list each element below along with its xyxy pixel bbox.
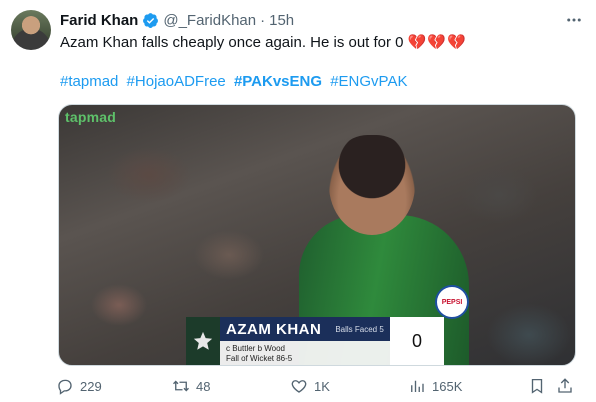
separator-dot: ·: [260, 11, 266, 29]
bookmark-icon: [531, 378, 543, 394]
scorecard-player-name: AZAM KHAN: [226, 320, 322, 338]
scorecard-runs: 0: [390, 317, 444, 365]
share-icon: [558, 378, 572, 393]
hashtag-link[interactable]: #PAKvsENG: [234, 73, 322, 90]
author-display-name[interactable]: Farid Khan: [60, 12, 138, 29]
pakistan-star-badge: [186, 317, 220, 365]
scorecard-dismissal: c Buttler b Wood: [226, 344, 285, 353]
more-options-button[interactable]: [564, 10, 584, 30]
hashtag-link[interactable]: #ENGvPAK: [330, 73, 407, 90]
star-icon: [193, 331, 213, 350]
verified-badge-icon: [143, 12, 159, 28]
broken-heart-emoji: 💔💔💔: [407, 34, 467, 51]
pepsi-logo: PEPSI: [435, 285, 469, 319]
view-count: 165K: [432, 378, 463, 394]
author-handle[interactable]: @_FaridKhan: [163, 12, 256, 29]
views-chart-icon: [411, 380, 424, 392]
tweet-media-image[interactable]: tapmad PEPSI AZAM KHAN Balls Faced 5 c B…: [58, 104, 576, 366]
tweet-header: Farid Khan @_FaridKhan · 15h: [60, 10, 584, 30]
views-button[interactable]: 165K: [408, 376, 462, 396]
tapmad-watermark: tapmad: [65, 109, 116, 125]
scorecard-overlay: AZAM KHAN Balls Faced 5 c Buttler b Wood…: [186, 317, 444, 365]
tweet-timestamp[interactable]: 15h: [269, 12, 294, 29]
reply-count: 229: [80, 378, 102, 394]
hashtag-link[interactable]: #HojaoADFree: [127, 73, 226, 90]
scorecard-fall-of-wicket: Fall of Wicket 86-5: [226, 354, 293, 363]
scorecard-balls-faced: Balls Faced 5: [335, 324, 384, 334]
author-avatar[interactable]: [11, 10, 51, 50]
bookmark-button[interactable]: [528, 376, 552, 396]
reply-button[interactable]: 229: [56, 376, 102, 396]
like-count: 1K: [314, 378, 330, 394]
tweet-body: Azam Khan falls cheaply once again. He i…: [60, 33, 580, 53]
player-head: [329, 135, 415, 235]
hashtag-line: #tapmad #HojaoADFree #PAKvsENG #ENGvPAK: [60, 72, 580, 92]
like-button[interactable]: 1K: [290, 376, 330, 396]
tweet-actions-bar: 229 48 1K 165K: [56, 376, 576, 396]
tweet-text: Azam Khan falls cheaply once again. He i…: [60, 34, 404, 51]
more-horizontal-icon: [567, 18, 581, 22]
hashtag-link[interactable]: #tapmad: [60, 73, 118, 90]
repost-button[interactable]: 48: [172, 376, 210, 396]
reply-icon: [58, 379, 72, 395]
repost-count: 48: [196, 378, 211, 394]
repost-icon: [173, 380, 189, 392]
share-button[interactable]: [556, 376, 580, 396]
scorecard-main: AZAM KHAN Balls Faced 5 c Buttler b Wood…: [220, 317, 444, 365]
heart-icon: [291, 380, 307, 393]
